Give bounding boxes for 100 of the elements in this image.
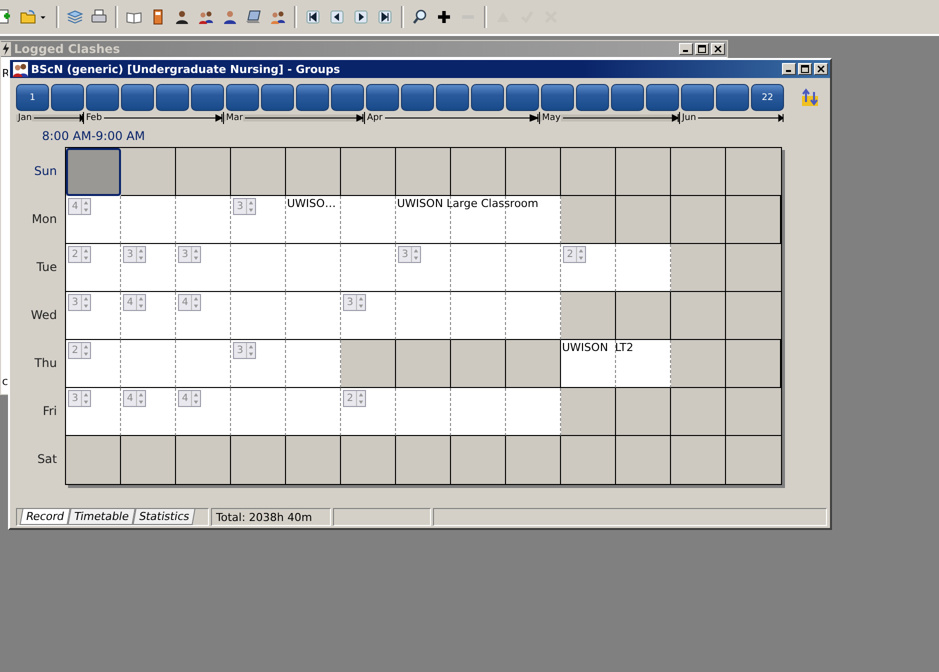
timetable-cell[interactable] xyxy=(286,196,341,244)
count-spinner[interactable]: 3 xyxy=(343,294,366,311)
timetable-cell[interactable] xyxy=(726,292,781,340)
week-button[interactable] xyxy=(646,84,679,111)
timetable-cell[interactable]: 4 xyxy=(121,388,176,436)
week-button[interactable] xyxy=(436,84,469,111)
timetable-cell[interactable] xyxy=(506,436,561,484)
timetable-cell[interactable] xyxy=(616,244,671,292)
timetable-cell[interactable] xyxy=(506,340,561,388)
week-button[interactable] xyxy=(681,84,714,111)
timetable-cell[interactable] xyxy=(341,196,396,244)
timetable-cell[interactable] xyxy=(286,244,341,292)
timetable-cell[interactable] xyxy=(396,148,451,196)
timetable-cell[interactable] xyxy=(286,436,341,484)
week-button[interactable] xyxy=(366,84,399,111)
timetable-cell[interactable] xyxy=(561,340,616,388)
timetable-cell[interactable]: 3 xyxy=(396,244,451,292)
timetable-cell[interactable] xyxy=(616,436,671,484)
timetable-cell[interactable] xyxy=(506,244,561,292)
maximize-button[interactable] xyxy=(798,63,812,75)
timetable-cell[interactable]: 3 xyxy=(66,292,121,340)
sheet-tab[interactable]: Record xyxy=(20,509,70,525)
timetable-cell[interactable] xyxy=(671,244,726,292)
week-button[interactable]: 22 xyxy=(751,84,784,111)
timetable-cell[interactable]: 4 xyxy=(66,196,121,244)
count-spinner[interactable]: 4 xyxy=(178,390,201,407)
timetable-cell[interactable] xyxy=(176,436,231,484)
timetable-cell[interactable] xyxy=(726,340,781,388)
timetable-cell[interactable] xyxy=(451,244,506,292)
timetable-cell[interactable] xyxy=(726,388,781,436)
timetable-cell[interactable]: 2 xyxy=(341,388,396,436)
minimize-button[interactable] xyxy=(679,43,693,55)
printer-icon[interactable] xyxy=(91,9,107,25)
timetable-cell[interactable] xyxy=(176,196,231,244)
timetable-cell[interactable] xyxy=(506,148,561,196)
timetable-cell[interactable]: 3 xyxy=(231,196,286,244)
timetable-cell[interactable] xyxy=(286,388,341,436)
timetable-cell[interactable] xyxy=(561,436,616,484)
close-button[interactable] xyxy=(814,63,828,75)
timetable-cell[interactable] xyxy=(341,244,396,292)
timetable-cell[interactable] xyxy=(671,292,726,340)
minimize-button[interactable] xyxy=(782,63,796,75)
timetable-cell[interactable]: 3 xyxy=(121,244,176,292)
timetable-cell[interactable] xyxy=(121,436,176,484)
new-file-icon[interactable] xyxy=(0,9,12,25)
count-spinner[interactable]: 4 xyxy=(123,390,146,407)
timetable-cell[interactable] xyxy=(726,436,781,484)
person-icon[interactable] xyxy=(222,9,238,25)
timetable-cell[interactable] xyxy=(451,148,506,196)
week-button[interactable] xyxy=(191,84,224,111)
last-icon[interactable] xyxy=(377,9,393,25)
timetable-cell[interactable]: 3 xyxy=(66,388,121,436)
timetable-cell[interactable] xyxy=(286,292,341,340)
count-spinner[interactable]: 4 xyxy=(178,294,201,311)
week-button[interactable] xyxy=(611,84,644,111)
timetable-cell[interactable] xyxy=(231,388,286,436)
timetable-cell[interactable] xyxy=(121,196,176,244)
timetable-cell[interactable] xyxy=(561,292,616,340)
timetable-cell[interactable]: 3 xyxy=(231,340,286,388)
count-spinner[interactable]: 2 xyxy=(68,246,91,263)
timetable-cell[interactable] xyxy=(616,196,671,244)
timetable-cell[interactable] xyxy=(451,436,506,484)
sheet-tab[interactable]: Timetable xyxy=(68,509,136,525)
timetable-cell[interactable] xyxy=(341,340,396,388)
timetable-cell[interactable] xyxy=(396,292,451,340)
timetable-cell[interactable] xyxy=(616,292,671,340)
count-spinner[interactable]: 3 xyxy=(398,246,421,263)
week-button[interactable] xyxy=(226,84,259,111)
timetable-cell[interactable] xyxy=(671,436,726,484)
timetable-cell[interactable] xyxy=(561,196,616,244)
timetable-cell[interactable]: 2 xyxy=(66,244,121,292)
count-spinner[interactable]: 4 xyxy=(123,294,146,311)
count-spinner[interactable]: 2 xyxy=(563,246,586,263)
timetable-cell[interactable] xyxy=(231,244,286,292)
people-icon[interactable] xyxy=(198,9,214,25)
timetable-cell[interactable] xyxy=(121,148,176,196)
timetable-cell[interactable] xyxy=(726,196,781,244)
timetable-cell[interactable] xyxy=(561,148,616,196)
timetable-cell[interactable] xyxy=(231,436,286,484)
first-icon[interactable] xyxy=(305,9,321,25)
timetable-cell[interactable]: 4 xyxy=(176,292,231,340)
timetable-cell[interactable] xyxy=(286,340,341,388)
count-spinner[interactable]: 3 xyxy=(233,342,256,359)
timetable-cell[interactable] xyxy=(66,436,121,484)
timetable-cell[interactable] xyxy=(341,148,396,196)
layers-icon[interactable] xyxy=(67,9,83,25)
count-spinner[interactable]: 4 xyxy=(68,198,91,215)
timetable-cell[interactable] xyxy=(671,388,726,436)
count-spinner[interactable]: 3 xyxy=(178,246,201,263)
week-button[interactable] xyxy=(471,84,504,111)
timetable-cell[interactable] xyxy=(506,292,561,340)
timetable-cell[interactable] xyxy=(341,436,396,484)
timetable-cell[interactable] xyxy=(176,340,231,388)
count-spinner[interactable]: 3 xyxy=(233,198,256,215)
person-icon[interactable] xyxy=(174,9,190,25)
week-button[interactable] xyxy=(716,84,749,111)
timetable-cell[interactable] xyxy=(66,148,121,196)
next-icon[interactable] xyxy=(353,9,369,25)
week-button[interactable] xyxy=(401,84,434,111)
week-button[interactable] xyxy=(576,84,609,111)
